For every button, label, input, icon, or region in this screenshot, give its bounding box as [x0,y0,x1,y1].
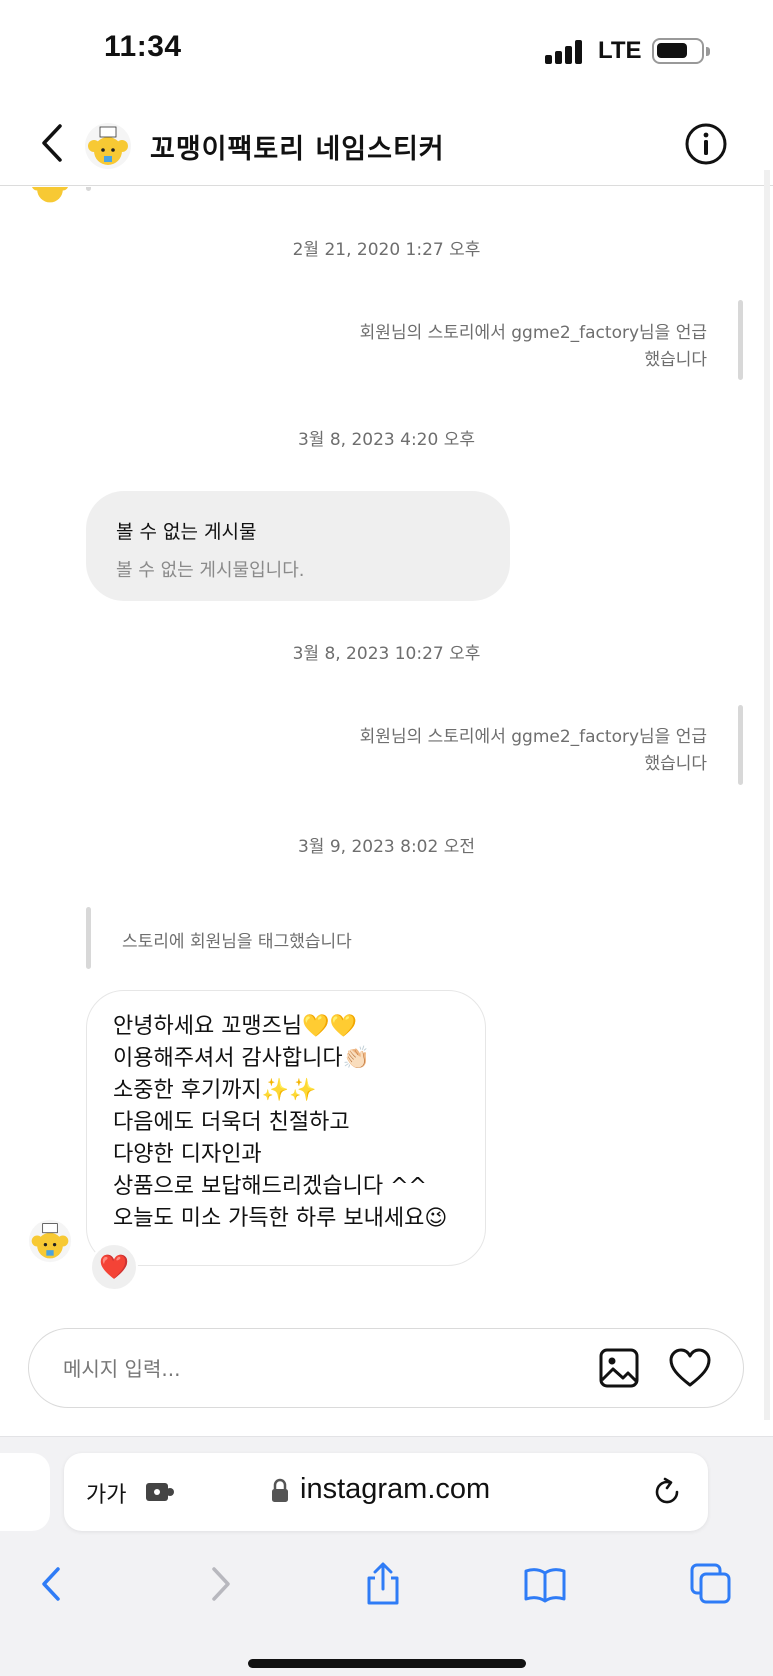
browser-toolbar: 가가 instagram.com [0,1436,773,1676]
bookmarks-icon[interactable] [522,1561,568,1607]
page-title[interactable]: 꼬맹이팩토리 네임스티커 [150,127,445,166]
back-icon[interactable] [34,122,74,164]
timestamp: 3월 8, 2023 10:27 오후 [292,644,481,664]
share-icon[interactable] [360,1561,406,1607]
timestamp: 3월 9, 2023 8:02 오전 [297,837,475,857]
mention-text: 했습니다 [644,350,707,370]
message-line: 다음에도 더욱더 친절하고 [113,1110,350,1135]
chat-header: 꼬맹이팩토리 네임스티커 [0,100,773,186]
message-line: 안녕하세요 꼬맹즈님💛💛 [113,1014,357,1039]
mention-text: 회원님의 스토리에서 ggme2_factory님을 언급 [359,727,707,747]
heart-icon[interactable] [667,1346,713,1390]
network-label: LTE [598,37,642,64]
tabs-icon[interactable] [688,1561,734,1607]
reader-settings-button[interactable]: 가가 [86,1477,126,1509]
message-line: 다양한 디자인과 [113,1142,262,1167]
unavailable-post-bubble[interactable]: 볼 수 없는 게시물 볼 수 없는 게시물입니다. [86,491,510,601]
story-tag-text[interactable]: 스토리에 회원님을 태그했습니다 [122,927,352,952]
avatar[interactable] [84,122,132,170]
puzzle-icon[interactable] [144,1479,178,1505]
post-title: 볼 수 없는 게시물 [116,521,257,543]
avatar[interactable] [28,1219,72,1263]
timestamp: 3월 8, 2023 4:20 오후 [297,430,475,450]
gallery-icon[interactable] [597,1346,641,1390]
message-line: 상품으로 보답해드리겠습니다 ^^ [113,1174,427,1199]
info-icon[interactable] [684,122,728,166]
signal-icon [545,40,585,64]
message-composer [28,1328,744,1408]
url-text[interactable]: instagram.com [300,1473,490,1506]
status-time: 11:34 [104,30,182,63]
timestamp: 2월 21, 2020 1:27 오후 [292,240,481,260]
forward-arrow-icon[interactable] [196,1561,242,1607]
lock-icon [270,1478,290,1504]
message-stub [86,187,91,191]
chat-thread[interactable]: 2월 21, 2020 1:27 오후 회원님의 스토리에서 ggme2_fac… [0,187,773,1327]
story-mention[interactable]: 회원님의 스토리에서 ggme2_factory님을 언급 했습니다 [247,724,707,778]
status-bar: 11:34 LTE [0,0,773,100]
mention-text: 했습니다 [644,754,707,774]
battery-icon [652,38,710,64]
reload-icon[interactable] [650,1475,684,1509]
message-input[interactable] [63,1353,503,1385]
message-line: 이용해주셔서 감사합니다👏🏻 [113,1046,371,1071]
scrollbar[interactable] [764,170,770,1420]
heart-reaction[interactable]: ❤️ [90,1243,138,1291]
message-bubble[interactable]: 안녕하세요 꼬맹즈님💛💛 이용해주셔서 감사합니다👏🏻 소중한 후기까지✨✨ 다… [86,990,486,1266]
back-arrow-icon[interactable] [30,1561,76,1607]
previous-tab[interactable] [0,1453,50,1531]
home-indicator [248,1659,526,1668]
message-line: 소중한 후기까지✨✨ [113,1078,317,1103]
mention-bar [738,300,743,380]
message-line: 오늘도 미소 가득한 하루 보내세요😉 [113,1206,448,1231]
mention-text: 회원님의 스토리에서 ggme2_factory님을 언급 [359,323,707,343]
avatar [28,187,72,207]
story-mention[interactable]: 회원님의 스토리에서 ggme2_factory님을 언급 했습니다 [247,320,707,374]
tag-bar [86,907,91,969]
post-subtitle: 볼 수 없는 게시물입니다. [116,560,305,581]
address-bar[interactable]: 가가 instagram.com [64,1453,708,1531]
mention-bar [738,705,743,785]
